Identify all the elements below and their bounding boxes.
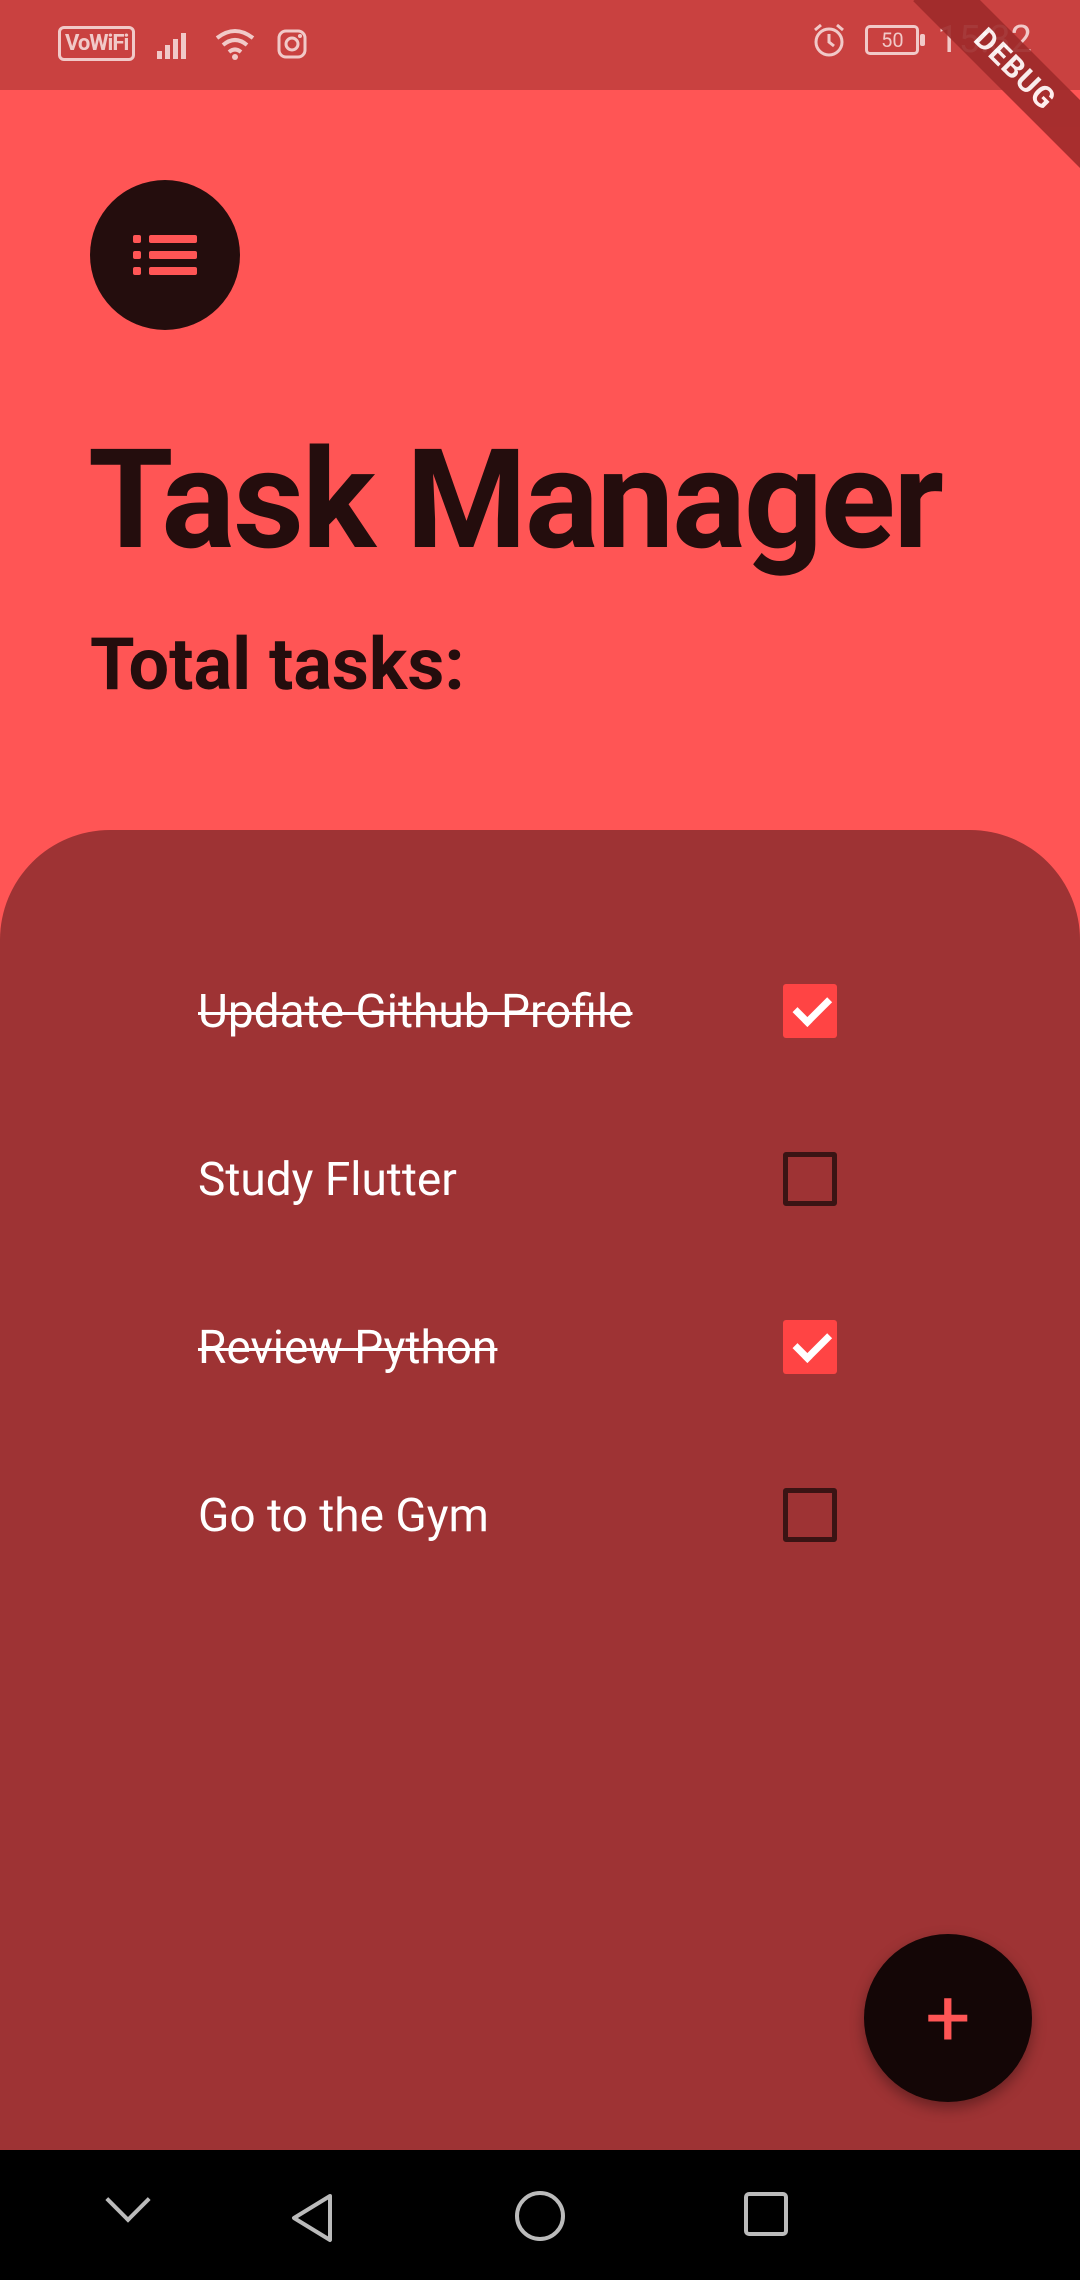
task-checkbox[interactable] (783, 984, 837, 1038)
task-checkbox[interactable] (783, 1320, 837, 1374)
vowifi-icon: VoWiFi (58, 26, 136, 61)
instagram-icon (277, 29, 307, 58)
page-title: Task Manager (88, 419, 944, 581)
battery-icon: 50 (865, 25, 926, 55)
chevron-down-icon[interactable] (105, 2177, 151, 2223)
check-icon (792, 987, 833, 1027)
system-nav-bar (0, 2150, 1080, 2280)
task-item[interactable]: Update Github Profile (198, 960, 848, 1128)
alarm-icon (814, 23, 845, 57)
task-checkbox[interactable] (783, 1152, 837, 1206)
recents-icon (744, 2192, 788, 2236)
task-item[interactable]: Review Python (198, 1296, 848, 1464)
recents-button[interactable] (742, 2190, 802, 2250)
list-icon (133, 235, 197, 275)
home-icon (515, 2191, 565, 2241)
task-label: Study Flutter (198, 1153, 457, 1207)
home-button[interactable] (512, 2188, 572, 2248)
total-tasks-label: Total tasks: (90, 622, 465, 707)
task-label: Update Github Profile (198, 985, 633, 1039)
check-icon (792, 1323, 833, 1363)
plus-icon: + (925, 1971, 971, 2065)
add-task-button[interactable]: + (864, 1934, 1032, 2102)
signal-icon (157, 32, 187, 59)
task-item[interactable]: Study Flutter (198, 1128, 848, 1296)
task-checkbox[interactable] (783, 1488, 837, 1542)
status-bar: VoWiFi 50 15:32 (0, 0, 1080, 90)
status-icons-left: VoWiFi (58, 26, 307, 61)
back-button[interactable] (288, 2192, 348, 2252)
task-label: Go to the Gym (198, 1489, 489, 1543)
task-item[interactable]: Go to the Gym (198, 1464, 848, 1632)
task-list: Update Github Profile Study Flutter Revi… (198, 960, 848, 1632)
back-icon (292, 2194, 332, 2242)
wifi-icon (216, 28, 255, 60)
menu-button[interactable] (90, 180, 240, 330)
task-label: Review Python (198, 1321, 498, 1375)
